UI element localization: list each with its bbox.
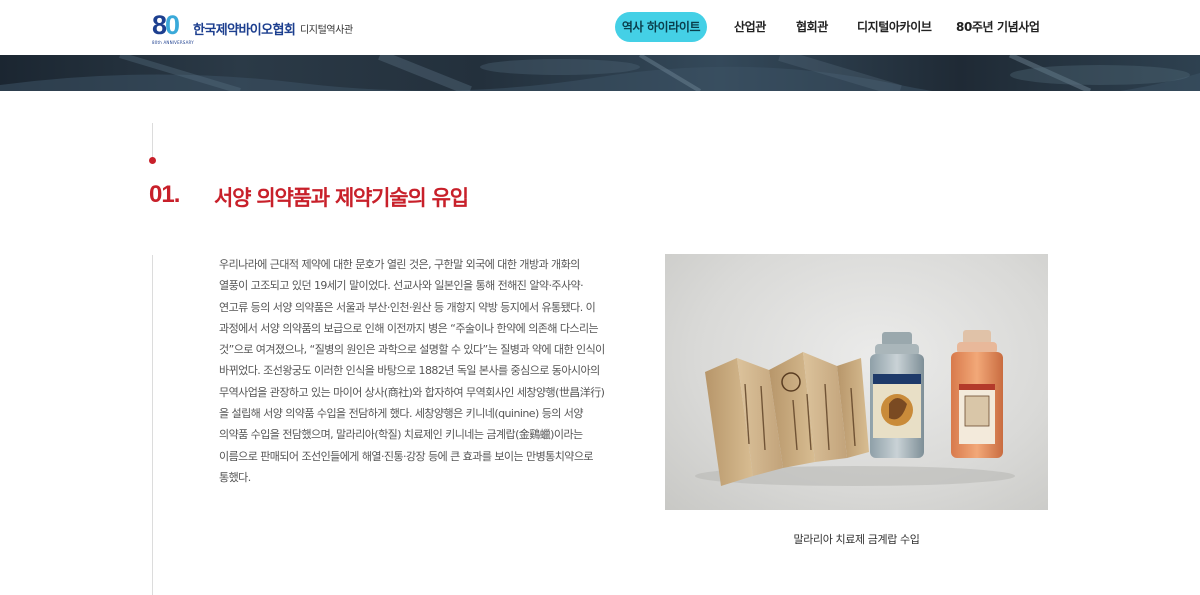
section-number: 01. [149, 181, 180, 208]
logo-subtitle: 80th ANNIVERSARY [152, 40, 194, 45]
nav-item-anniversary-project[interactable]: 80주년 기념사업 [956, 12, 1040, 42]
site-header: 80 80th ANNIVERSARY 한국제약바이오협회 디지털역사관 역사 … [0, 0, 1200, 56]
nav-item-digital-archive[interactable]: 디지털아카이브 [857, 12, 932, 42]
photo-caption: 말라리아 치료제 금계랍 수입 [793, 533, 920, 546]
nav-item-industry-hall[interactable]: 산업관 [734, 12, 766, 42]
quinine-artifacts-photo [665, 254, 1048, 510]
nav-item-history-highlight[interactable]: 역사 하이라이트 [615, 12, 707, 42]
logo-number-icon: 80 [152, 10, 180, 40]
anniversary-logo[interactable]: 80 80th ANNIVERSARY [152, 10, 194, 45]
timeline-line-body [152, 255, 153, 595]
org-subtitle[interactable]: 디지털역사관 [300, 21, 353, 36]
nav-item-association-hall[interactable]: 협회관 [796, 12, 828, 42]
hero-banner-image [0, 55, 1200, 91]
section-body-text: 우리나라에 근대적 제약에 대한 문호가 열린 것은, 구한말 외국에 대한 개… [219, 258, 605, 484]
org-name[interactable]: 한국제약바이오협회 [193, 19, 296, 38]
timeline-dot [149, 157, 156, 164]
section-title: 서양 의약품과 제약기술의 유입 [214, 186, 469, 210]
timeline-line [152, 123, 153, 159]
